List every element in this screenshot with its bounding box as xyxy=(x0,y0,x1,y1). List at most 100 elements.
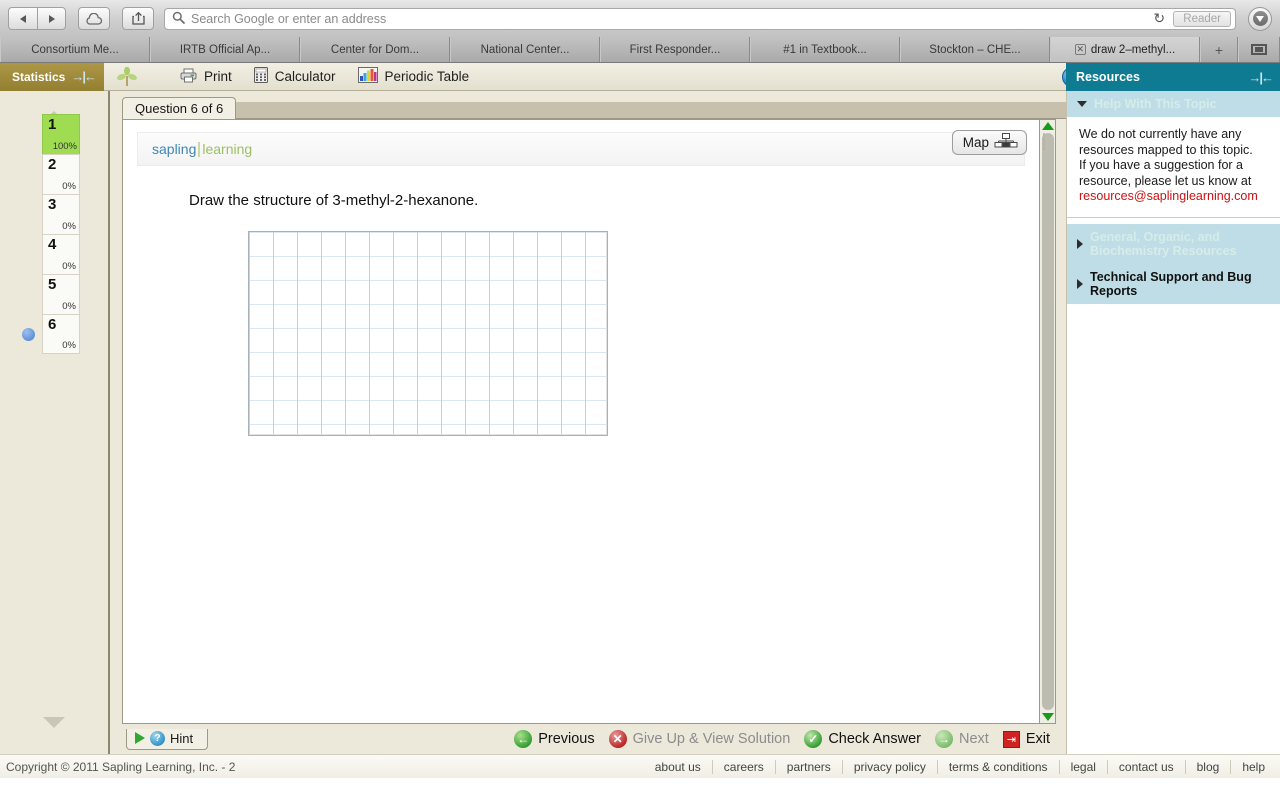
calculator-icon xyxy=(253,67,268,86)
brand-divider xyxy=(198,142,201,157)
print-label: Print xyxy=(204,69,232,84)
browser-tab[interactable]: #1 in Textbook... xyxy=(750,37,900,62)
brand-learning: learning xyxy=(202,141,253,157)
browser-tab[interactable]: National Center... xyxy=(450,37,600,62)
question-number: 3 xyxy=(48,196,57,213)
icloud-icon xyxy=(86,12,103,25)
hierarchy-map-icon xyxy=(994,133,1018,151)
calculator-button[interactable]: Calculator xyxy=(253,67,336,86)
address-bar[interactable]: Search Google or enter an address ↻ Read… xyxy=(164,7,1236,30)
plus-icon: + xyxy=(1214,41,1224,58)
question-prompt: Draw the structure of 3-methyl-2-hexanon… xyxy=(189,192,479,209)
question-item-5[interactable]: 5 0% xyxy=(42,274,80,314)
brand-sapling: sapling xyxy=(152,141,197,157)
reader-button[interactable]: Reader xyxy=(1173,10,1231,27)
resources-help-body: We do not currently have any resources m… xyxy=(1067,117,1280,218)
scroll-down-arrow-icon[interactable] xyxy=(1041,713,1054,721)
new-tab-button[interactable]: + xyxy=(1200,37,1238,62)
map-button-label: Map xyxy=(962,134,989,150)
footer-link-careers[interactable]: careers xyxy=(711,759,775,774)
footer-link-legal[interactable]: legal xyxy=(1058,759,1107,774)
periodic-table-button[interactable]: Periodic Table xyxy=(357,67,470,86)
periodic-table-label: Periodic Table xyxy=(384,69,470,84)
app-header: Statistics →|← Print Calculator Periodic… xyxy=(0,62,1280,91)
periodic-table-icon xyxy=(357,67,378,86)
browser-tab-label: IRTB Official Ap... xyxy=(179,43,271,56)
question-score: 0% xyxy=(62,261,76,272)
rail-scroll-down-button[interactable] xyxy=(43,717,65,746)
question-number: 5 xyxy=(48,276,57,293)
question-item-2[interactable]: 2 0% xyxy=(42,154,80,194)
rail-scroll-up-button[interactable] xyxy=(43,94,65,122)
scrollbar-track[interactable] xyxy=(1041,133,1054,710)
check-answer-label: Check Answer xyxy=(828,731,921,747)
footer-link-blog[interactable]: blog xyxy=(1184,759,1231,774)
resources-email-link[interactable]: resources@saplinglearning.com xyxy=(1079,189,1272,205)
resources-section-technical-support[interactable]: Technical Support and Bug Reports xyxy=(1067,263,1280,304)
question-item-6[interactable]: 6 0% xyxy=(22,314,80,354)
forward-button[interactable] xyxy=(37,7,66,30)
browser-tab[interactable]: IRTB Official Ap... xyxy=(150,37,300,62)
resources-panel-title: Resources xyxy=(1076,70,1140,84)
question-content-frame: sapling learning Draw the structure of 3… xyxy=(122,119,1056,724)
browser-tab-bar: Consortium Me... IRTB Official Ap... Cen… xyxy=(0,37,1280,63)
search-icon xyxy=(172,11,185,27)
share-button[interactable] xyxy=(122,7,154,30)
previous-arrow-icon: ← xyxy=(514,730,533,748)
back-arrow-icon xyxy=(20,14,26,23)
browser-tab[interactable]: Stockton – CHE... xyxy=(900,37,1050,62)
previous-button[interactable]: ← Previous xyxy=(514,730,595,748)
tab-overview-button[interactable] xyxy=(1238,37,1280,62)
question-item-4[interactable]: 4 0% xyxy=(42,234,80,274)
print-button[interactable]: Print xyxy=(180,68,232,86)
question-rail: 1 100% 2 0% 3 0% 4 0% 5 0% 6 0% xyxy=(0,91,110,754)
browser-tab-label: #1 in Textbook... xyxy=(783,43,867,56)
content-vertical-scrollbar[interactable] xyxy=(1039,120,1055,723)
dock-toggle-icon[interactable]: →|← xyxy=(1248,70,1274,85)
nav-history-buttons xyxy=(8,7,66,30)
sapling-leaf-logo xyxy=(110,66,144,87)
footer-link-contact-us[interactable]: contact us xyxy=(1106,759,1185,774)
scroll-up-arrow-icon[interactable] xyxy=(1041,122,1054,130)
browser-tab[interactable]: Consortium Me... xyxy=(0,37,150,62)
question-action-bar: ? Hint ← Previous ✕ Give Up & View Solut… xyxy=(122,724,1056,754)
back-button[interactable] xyxy=(8,7,37,30)
calculator-label: Calculator xyxy=(274,69,336,84)
footer-link-partners[interactable]: partners xyxy=(774,759,842,774)
resources-section-gob-resources[interactable]: General, Organic, and Biochemistry Resou… xyxy=(1067,223,1280,264)
question-item-1[interactable]: 1 100% xyxy=(42,114,80,154)
browser-tab[interactable]: Center for Dom... xyxy=(300,37,450,62)
exit-button[interactable]: ⇥ Exit xyxy=(1002,730,1050,748)
footer-link-about-us[interactable]: about us xyxy=(644,760,712,774)
browser-tab-label: Center for Dom... xyxy=(330,43,420,56)
footer-link-help[interactable]: help xyxy=(1230,759,1276,774)
reload-button[interactable]: ↻ xyxy=(1148,10,1170,27)
molecule-drawing-grid[interactable] xyxy=(248,231,608,436)
course-title-tab[interactable]: Statistics →|← xyxy=(0,62,104,91)
resources-help-line: We do not currently have any xyxy=(1079,127,1242,141)
hint-button[interactable]: ? Hint xyxy=(126,728,209,750)
browser-tab[interactable]: First Responder... xyxy=(600,37,750,62)
next-button[interactable]: → Next xyxy=(935,730,989,748)
printer-icon xyxy=(180,68,197,86)
close-icon[interactable]: ✕ xyxy=(1074,44,1086,55)
check-answer-button[interactable]: ✓ Check Answer xyxy=(804,730,921,748)
forward-arrow-icon xyxy=(48,14,55,23)
give-up-button[interactable]: ✕ Give Up & View Solution xyxy=(608,730,791,748)
footer-link-terms-conditions[interactable]: terms & conditions xyxy=(936,759,1059,774)
downloads-button[interactable] xyxy=(1248,6,1272,31)
resources-help-line: If you have a suggestion for a xyxy=(1079,158,1243,172)
question-item-3[interactable]: 3 0% xyxy=(42,194,80,234)
footer-link-privacy-policy[interactable]: privacy policy xyxy=(841,759,937,774)
icloud-tabs-button[interactable] xyxy=(78,7,110,30)
current-question-indicator-dot xyxy=(22,328,35,341)
scrollbar-thumb[interactable] xyxy=(1042,133,1045,152)
give-up-label: Give Up & View Solution xyxy=(632,731,791,747)
download-icon xyxy=(1252,11,1268,26)
chevron-down-icon xyxy=(1077,101,1087,107)
browser-tab-active[interactable]: ✕ draw 2–methyl... xyxy=(1050,37,1200,62)
resources-section-help-with-this-topic[interactable]: Help With This Topic xyxy=(1067,91,1280,117)
tab-current-question[interactable]: Question 6 of 6 xyxy=(122,97,237,119)
map-button[interactable]: Map xyxy=(951,130,1027,155)
dock-toggle-icon[interactable]: →|← xyxy=(71,69,97,84)
